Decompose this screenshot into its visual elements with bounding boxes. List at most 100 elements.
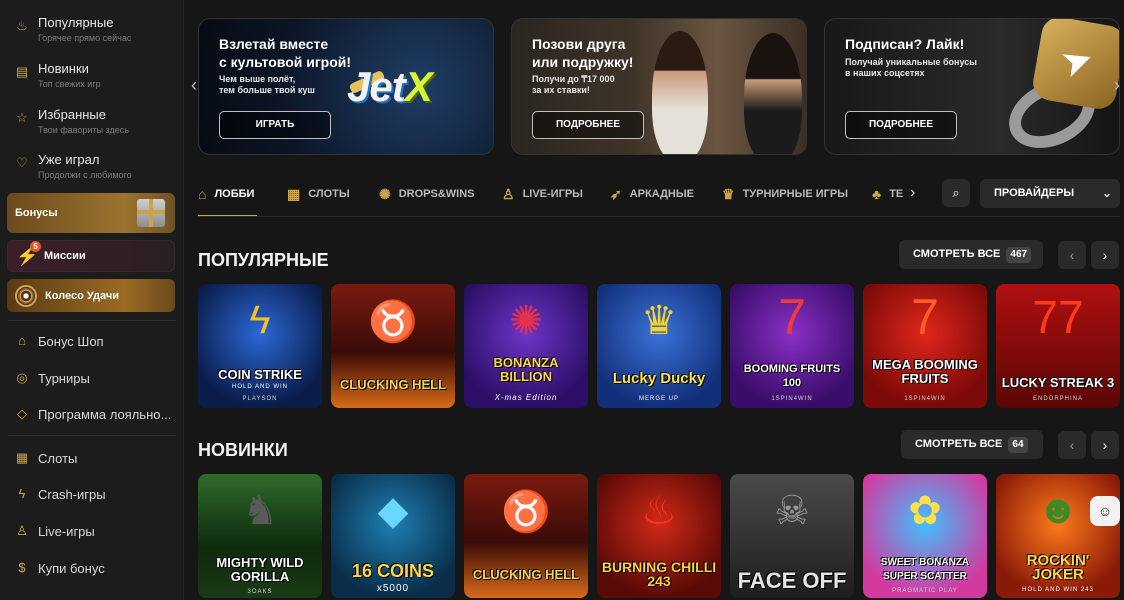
drops-icon: ✺ bbox=[379, 185, 391, 202]
sidebar-item-recent[interactable]: ♡ Уже играл Продолжи с любимого bbox=[0, 152, 184, 196]
game-tile[interactable]: ☻ ROCKIN' JOKER HOLD AND WIN 243 bbox=[996, 474, 1120, 598]
game-tile[interactable]: ♉ CLUCKING HELL bbox=[331, 284, 455, 408]
banner-subtitle: Чем выше полёт, тем больше твой куш bbox=[219, 74, 315, 95]
game-title: 16 COINS bbox=[351, 561, 435, 581]
banner-subscribe[interactable]: Подписан? Лайк! Получай уникальные бонус… bbox=[824, 18, 1120, 155]
diamond-icon: ◇ bbox=[17, 406, 27, 421]
game-title: CLUCKING HELL bbox=[472, 567, 580, 582]
sidebar-item-live[interactable]: ♙ Live-игры bbox=[0, 516, 184, 546]
sidebar-item-label: Новинки bbox=[38, 61, 89, 76]
game-tile[interactable]: 77 LUCKY STREAK 3 ENDORPHINA bbox=[996, 284, 1120, 408]
game-provider: 1SPIN4WIN bbox=[771, 396, 813, 402]
tab-arcade[interactable]: ➶ АРКАДНЫЕ bbox=[610, 177, 694, 211]
banner-jetx[interactable]: Взлетай вместе с культовой игрой! Чем вы… bbox=[198, 18, 494, 155]
heart-icon: ♡ bbox=[16, 155, 28, 170]
new-prev-button[interactable]: ‹ bbox=[1058, 431, 1086, 459]
chevron-left-icon: ‹ bbox=[1069, 247, 1075, 263]
slots-icon: ▦ bbox=[287, 185, 301, 202]
wheel-icon bbox=[15, 284, 37, 307]
game-tag: X-mas Edition bbox=[494, 393, 558, 402]
sidebar-item-crash[interactable]: ϟ Crash-игры bbox=[0, 479, 184, 509]
tab-label: ТЕ bbox=[889, 188, 904, 200]
play-button[interactable]: ИГРАТЬ bbox=[219, 111, 331, 139]
cup-icon: ◎ bbox=[16, 370, 28, 385]
section-title-popular: ПОПУЛЯРНЫЕ bbox=[198, 250, 329, 270]
search-button[interactable]: ⌕ bbox=[942, 179, 970, 207]
sidebar-item-slots[interactable]: ▦ Слоты bbox=[0, 443, 184, 473]
banner-invite-friend[interactable]: Позови друга или подружку! Получи до ₸17… bbox=[511, 18, 807, 155]
star-icon: ☆ bbox=[16, 110, 28, 125]
missions-promo[interactable]: ⚡ 5 Миссии bbox=[7, 240, 175, 272]
game-tile[interactable]: ♉ CLUCKING HELL bbox=[464, 474, 588, 598]
chilli-icon: ♨ bbox=[641, 489, 677, 533]
bonuses-label: Бонусы bbox=[15, 207, 58, 219]
game-tag: HOLD AND WIN bbox=[231, 384, 288, 390]
banner-prev-icon[interactable]: ‹ bbox=[191, 75, 197, 96]
game-tag: HOLD AND WIN 243 bbox=[1022, 587, 1094, 593]
providers-label: ПРОВАЙДЕРЫ bbox=[994, 187, 1075, 199]
tab-tournament-games[interactable]: ♛ ТУРНИРНЫЕ ИГРЫ bbox=[722, 177, 848, 211]
details-button[interactable]: ПОДРОБНЕЕ bbox=[532, 111, 644, 139]
sidebar-item-tournaments[interactable]: ◎ Турниры bbox=[0, 363, 184, 393]
cup-icon: ♛ bbox=[722, 185, 735, 202]
see-all-popular-button[interactable]: СМОТРЕТЬ ВСЕ 467 bbox=[899, 240, 1043, 269]
new-next-button[interactable]: › bbox=[1091, 431, 1119, 459]
seven-icon: 77 bbox=[1032, 291, 1084, 343]
tab-drops-wins[interactable]: ✺ DROPS&WINS bbox=[379, 177, 475, 211]
tab-slots[interactable]: ▦ СЛОТЫ bbox=[287, 177, 350, 211]
sidebar-item-sub: Твои фавориты здесь bbox=[38, 125, 129, 135]
game-tile[interactable]: ♨ BURNING CHILLI 243 bbox=[597, 474, 721, 598]
category-tabs: ⌂ ЛОББИ ▦ СЛОТЫ ✺ DROPS&WINS ♙ LIVE-ИГРЫ ➶ АР… bbox=[198, 177, 928, 217]
duck-icon: ♛ bbox=[641, 299, 677, 343]
popular-next-button[interactable]: › bbox=[1091, 241, 1119, 269]
sidebar-item-new[interactable]: ▤ Новинки Топ свежих игр bbox=[0, 61, 184, 105]
seven-icon: 7 bbox=[778, 289, 806, 345]
live-icon: ♙ bbox=[502, 185, 515, 202]
banner-subtitle: Получай уникальные бонусы в наших соцсет… bbox=[845, 57, 977, 78]
game-tile[interactable]: 7 BOOMING FRUITS 100 1SPIN4WIN bbox=[730, 284, 854, 408]
providers-dropdown[interactable]: ПРОВАЙДЕРЫ ⌄ bbox=[980, 179, 1120, 208]
sidebar-item-buy-bonus[interactable]: $ Купи бонус bbox=[0, 553, 184, 583]
gorilla-icon: ♞ bbox=[242, 489, 278, 533]
candy-icon: ✺ bbox=[509, 299, 543, 343]
game-tile[interactable]: ✺ BONANZA BILLION X-mas Edition bbox=[464, 284, 588, 408]
game-tile[interactable]: 7 MEGA BOOMING FRUITS 1SPIN4WIN bbox=[863, 284, 987, 408]
sidebar-item-favorites[interactable]: ☆ Избранные Твои фавориты здесь bbox=[0, 107, 184, 151]
game-tile[interactable]: ◆ 16 COINS x5000 bbox=[331, 474, 455, 598]
game-title: SWEET BONANZA SUPER SCATTER bbox=[880, 557, 970, 582]
devil-chicken-icon: ♉ bbox=[501, 490, 551, 534]
search-icon: ⌕ bbox=[952, 185, 960, 200]
game-tile[interactable]: ♛ Lucky Ducky MERGE UP bbox=[597, 284, 721, 408]
tab-more[interactable]: ♣ ТЕ bbox=[872, 177, 912, 211]
home-icon: ⌂ bbox=[198, 186, 207, 202]
see-all-new-button[interactable]: СМОТРЕТЬ ВСЕ 64 bbox=[901, 430, 1043, 459]
woman-image bbox=[744, 33, 802, 154]
sidebar-item-bonus-shop[interactable]: ⌂ Бонус Шоп bbox=[0, 326, 184, 356]
sidebar-item-label: Crash-игры bbox=[38, 486, 106, 502]
banner-next-icon[interactable]: › bbox=[1114, 75, 1120, 96]
chat-icon: ☺ bbox=[1097, 503, 1113, 519]
fortune-wheel-promo[interactable]: Колесо Удачи bbox=[7, 279, 175, 312]
game-title: BONANZA BILLION bbox=[493, 355, 559, 384]
tab-lobby[interactable]: ⌂ ЛОББИ bbox=[198, 177, 254, 211]
games-count-badge: 64 bbox=[1008, 437, 1028, 453]
game-tile[interactable]: ☠ FACE OFF bbox=[730, 474, 854, 598]
tab-label: АРКАДНЫЕ bbox=[629, 188, 694, 200]
game-tile[interactable]: ϟ COIN STRIKE HOLD AND WIN PLAYSON bbox=[198, 284, 322, 408]
buy-bonus-icon: $ bbox=[18, 560, 26, 575]
game-tile[interactable]: ✿ SWEET BONANZA SUPER SCATTER PRAGMATIC … bbox=[863, 474, 987, 598]
game-tag: x5000 bbox=[376, 583, 410, 594]
sidebar-item-popular[interactable]: ♨ Популярные Горячее прямо сейчас bbox=[0, 15, 184, 59]
jetx-logo: JetX bbox=[347, 63, 433, 110]
support-chat-button[interactable]: ☺ bbox=[1090, 496, 1120, 526]
game-tag: MERGE UP bbox=[638, 396, 679, 402]
games-count-badge: 467 bbox=[1006, 247, 1032, 263]
tab-live[interactable]: ♙ LIVE-ИГРЫ bbox=[502, 177, 583, 211]
bonuses-promo[interactable]: Бонусы bbox=[7, 193, 175, 233]
lightning-icon: ⚡ 5 bbox=[16, 241, 41, 267]
popular-prev-button[interactable]: ‹ bbox=[1058, 241, 1086, 269]
tabs-next-icon[interactable]: › bbox=[910, 184, 915, 202]
sidebar-item-loyalty[interactable]: ◇ Программа лояльно... bbox=[0, 399, 184, 429]
details-button[interactable]: ПОДРОБНЕЕ bbox=[845, 111, 957, 139]
game-tile[interactable]: ♞ MIGHTY WILD GORILLA 3OAKS bbox=[198, 474, 322, 598]
